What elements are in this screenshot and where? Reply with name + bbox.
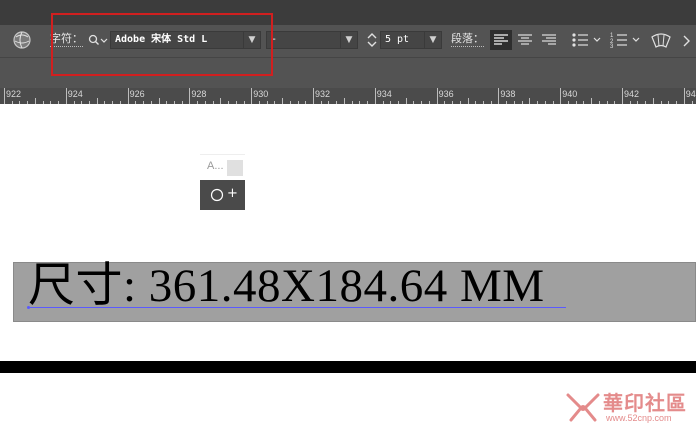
- ruler-label: 928: [191, 89, 207, 99]
- ruler-label: 942: [624, 89, 640, 99]
- ruler-label: 938: [500, 89, 516, 99]
- search-icon[interactable]: [88, 33, 110, 47]
- ruler-label: 936: [438, 89, 454, 99]
- ruler-label: 922: [6, 89, 22, 99]
- ruler-major-tick: [313, 88, 314, 104]
- font-size-dropdown[interactable]: 5 pt ▼: [380, 31, 442, 49]
- font-size-value: 5 pt: [385, 34, 410, 45]
- baseline-anchor: [27, 306, 30, 309]
- ruler-major-tick: [498, 88, 500, 104]
- secondary-bar: [0, 58, 696, 88]
- widget-button[interactable]: +: [200, 180, 245, 210]
- document-canvas[interactable]: A... + 尺寸: 361.48X184.64 MM: [0, 104, 696, 361]
- font-style-value: -: [271, 34, 278, 45]
- ruler-major-tick: [560, 88, 562, 104]
- floating-widget: A... +: [200, 154, 245, 210]
- text-frame[interactable]: 尺寸: 361.48X184.64 MM: [13, 260, 696, 322]
- widget-label: A...: [207, 160, 224, 172]
- paragraph-label: 段落：: [451, 32, 484, 47]
- pasteboard-edge: [0, 361, 696, 373]
- align-right-icon[interactable]: [538, 30, 560, 50]
- bottom-area: 華印社區 www.52cnp.com: [0, 373, 696, 425]
- chevron-right-icon[interactable]: [680, 33, 692, 47]
- chevron-down-icon: ▼: [340, 32, 357, 48]
- glyph-warp-icon[interactable]: [650, 31, 672, 49]
- plus-icon: +: [227, 186, 238, 201]
- svg-text:3: 3: [610, 44, 614, 49]
- ruler-major-tick: [251, 88, 253, 104]
- ruler-major-tick: [374, 88, 376, 104]
- font-family-dropdown[interactable]: Adobe 宋体 Std L ▼: [110, 31, 261, 49]
- watermark-text: 華印社區: [603, 391, 687, 415]
- ruler-label: 944: [685, 89, 696, 99]
- ruler-label: 926: [129, 89, 145, 99]
- bullet-list-icon[interactable]: [570, 31, 606, 49]
- ruler-label: 934: [376, 89, 392, 99]
- watermark-logo-icon: [566, 393, 600, 422]
- ruler-major-tick: [4, 88, 5, 104]
- text-baseline: [28, 307, 566, 308]
- ruler-label: 932: [315, 89, 331, 99]
- numbered-list-icon[interactable]: 123: [609, 31, 645, 50]
- chevron-down-icon: ▼: [424, 32, 441, 48]
- widget-label-row[interactable]: A...: [200, 154, 245, 179]
- size-stepper-icon[interactable]: [366, 31, 378, 49]
- ruler-major-tick: [683, 88, 685, 104]
- globe-icon[interactable]: [12, 30, 32, 50]
- artboard-text[interactable]: 尺寸: 361.48X184.64 MM: [28, 258, 545, 314]
- ruler-major-tick: [436, 88, 438, 104]
- ruler-label: 940: [562, 89, 578, 99]
- ruler-major-tick: [622, 88, 623, 104]
- watermark-url: www.52cnp.com: [606, 413, 672, 423]
- font-family-value: Adobe 宋体 Std L: [115, 34, 208, 45]
- font-style-dropdown[interactable]: - ▼: [266, 31, 358, 49]
- ruler-label: 930: [253, 89, 269, 99]
- horizontal-ruler[interactable]: 922 924 926 928 930 932 934 936 938 940 942 944: [0, 88, 696, 104]
- ruler-major-tick: [65, 88, 67, 104]
- character-label: 字符：: [50, 32, 83, 47]
- align-center-icon[interactable]: [514, 30, 536, 50]
- chevron-down-icon: ▼: [243, 32, 260, 48]
- control-toolbar: 字符： Adobe 宋体 Std L ▼ - ▼ 5 pt ▼ 段落： 1 2 …: [0, 25, 696, 58]
- top-strip: [0, 0, 696, 25]
- align-left-icon[interactable]: [490, 30, 512, 50]
- circle-icon: [210, 188, 224, 202]
- widget-small-box: [227, 160, 243, 176]
- ruler-major-tick: [189, 88, 191, 104]
- ruler-major-tick: [127, 88, 129, 104]
- ruler-label: 924: [67, 89, 83, 99]
